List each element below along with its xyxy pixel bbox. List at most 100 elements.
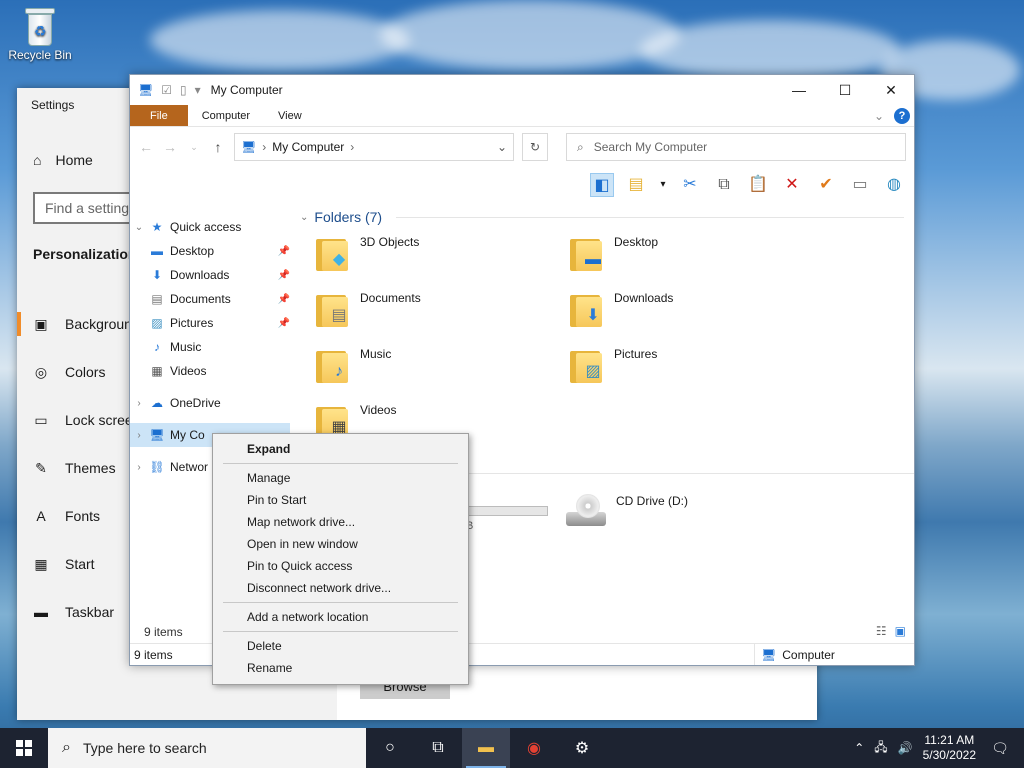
chevron-down-icon[interactable]: ⌄ <box>130 222 148 233</box>
menu-item-expand[interactable]: Expand <box>213 438 468 460</box>
copy-icon[interactable]: ⧉ <box>712 173 736 197</box>
properties-icon[interactable]: ☑ <box>161 83 172 97</box>
chevron-right-icon[interactable]: › <box>130 462 148 473</box>
new-item-icon[interactable]: ▤ <box>624 173 648 197</box>
refresh-button[interactable]: ↻ <box>522 133 548 161</box>
address-chevron-icon[interactable]: › <box>350 140 354 154</box>
tab-computer[interactable]: Computer <box>188 105 264 126</box>
help-icon[interactable]: ? <box>894 107 910 124</box>
folder-documents[interactable]: ▤ Documents <box>316 291 421 327</box>
menu-item-pin-to-start[interactable]: Pin to Start <box>213 489 468 511</box>
nav-item-themes[interactable]: ✎ Themes <box>33 444 140 492</box>
checkmark-icon[interactable]: ✔ <box>814 173 838 197</box>
item-count: 9 items <box>144 625 183 639</box>
expand-ribbon-icon[interactable]: ⌄ <box>874 109 884 123</box>
address-bar[interactable]: 🖥 › My Computer › ⌄ <box>234 133 514 161</box>
context-menu: Expand Manage Pin to Start Map network d… <box>212 433 469 685</box>
network-icon[interactable]: 🖧 <box>874 738 887 759</box>
minimize-button[interactable]: — <box>776 75 822 105</box>
folder-3d-objects[interactable]: ◆ 3D Objects <box>316 235 419 271</box>
explorer-titlebar[interactable]: 🖥 ☑ ▯ ▾ My Computer — ☐ ✕ <box>130 75 914 105</box>
computer-icon: 🖥 <box>241 140 257 154</box>
new-folder-icon[interactable]: ▯ <box>180 83 187 97</box>
chevron-up-icon[interactable]: ⌃ <box>854 741 864 755</box>
chevron-right-icon[interactable]: › <box>130 398 148 409</box>
rename-icon[interactable]: ▭ <box>848 173 872 197</box>
forward-button[interactable]: → <box>162 139 178 155</box>
nav-downloads[interactable]: ⬇ Downloads 📌 <box>130 263 290 287</box>
clock[interactable]: 11:21 AM 5/30/2022 <box>923 733 976 763</box>
folder-downloads[interactable]: ⬇ Downloads <box>570 291 673 327</box>
menu-item-rename[interactable]: Rename <box>213 657 468 679</box>
menu-item-disconnect-network-drive[interactable]: Disconnect network drive... <box>213 577 468 599</box>
close-button[interactable]: ✕ <box>868 75 914 105</box>
folder-desktop[interactable]: ▬ Desktop <box>570 235 658 271</box>
address-row: ← → ⌄ ↑ 🖥 › My Computer › ⌄ ↻ ⌕ Search M… <box>130 127 914 167</box>
cloud <box>640 20 900 80</box>
nav-item-fonts[interactable]: A Fonts <box>33 492 140 540</box>
nav-videos[interactable]: ▦ Videos <box>130 359 290 383</box>
folder-music[interactable]: ♪ Music <box>316 347 391 383</box>
chevron-down-icon: ⌄ <box>300 211 309 223</box>
nav-documents[interactable]: ▤ Documents 📌 <box>130 287 290 311</box>
folders-group-header[interactable]: ⌄ Folders (7) <box>296 209 914 225</box>
tab-view[interactable]: View <box>264 105 316 126</box>
menu-item-manage[interactable]: Manage <box>213 467 468 489</box>
cd-drive-icon <box>566 494 606 530</box>
computer-icon: 🖥 <box>761 647 777 662</box>
cut-icon[interactable]: ✂ <box>678 173 702 197</box>
nav-item-background[interactable]: ▣ Background <box>16 300 140 348</box>
recent-locations-icon[interactable]: ⌄ <box>186 142 202 153</box>
status-item-count: 9 items <box>134 647 173 662</box>
window-title: My Computer <box>210 83 283 97</box>
paste-icon[interactable]: 📋 <box>746 173 770 197</box>
search-input[interactable]: ⌕ Search My Computer <box>566 133 906 161</box>
dropdown-icon[interactable]: ▾ <box>658 173 668 197</box>
nav-item-colors[interactable]: ◎ Colors <box>33 348 140 396</box>
nav-onedrive[interactable]: › ☁ OneDrive <box>130 391 290 415</box>
menu-item-add-network-location[interactable]: Add a network location <box>213 606 468 628</box>
nav-quick-access[interactable]: ⌄ ★ Quick access <box>130 215 290 239</box>
preview-pane-icon[interactable]: ◧ <box>590 173 614 197</box>
chevron-down-icon[interactable]: ⌄ <box>497 140 507 154</box>
menu-item-delete[interactable]: Delete <box>213 635 468 657</box>
globe-icon[interactable]: ◍ <box>882 173 906 197</box>
tab-file[interactable]: File <box>130 105 188 126</box>
menu-item-pin-quick-access[interactable]: Pin to Quick access <box>213 555 468 577</box>
folder-label: Music <box>360 347 392 361</box>
notification-icon[interactable]: 🗨 <box>986 740 1014 757</box>
videos-icon: ▦ <box>151 364 163 378</box>
nav-desktop[interactable]: ▬ Desktop 📌 <box>130 239 290 263</box>
start-button[interactable] <box>0 728 48 768</box>
volume-icon[interactable]: 🔊 <box>898 741 913 755</box>
back-button[interactable]: ← <box>138 139 154 155</box>
up-button[interactable]: ↑ <box>210 139 226 155</box>
settings-home-link[interactable]: ⌂ Home <box>33 152 93 168</box>
delete-icon[interactable]: ✕ <box>780 173 804 197</box>
chevron-down-icon[interactable]: ▾ <box>195 83 201 97</box>
recycle-bin-shortcut[interactable]: ♻ Recycle Bin <box>6 6 74 62</box>
file-explorer-taskbar-button[interactable]: ▬ <box>462 728 510 768</box>
nav-pictures[interactable]: ▨ Pictures 📌 <box>130 311 290 335</box>
chrome-taskbar-button[interactable]: ◉ <box>510 728 558 768</box>
download-icon: ⬇ <box>151 268 163 282</box>
clock-time: 11:21 AM <box>924 733 975 747</box>
details-view-icon[interactable]: ☷ <box>876 624 887 638</box>
nav-item-taskbar[interactable]: ▬ Taskbar <box>33 588 140 636</box>
menu-item-open-new-window[interactable]: Open in new window <box>213 533 468 555</box>
nav-item-lock-screen[interactable]: ▭ Lock screen <box>33 396 140 444</box>
cortana-button[interactable]: ○ <box>366 728 414 768</box>
menu-item-map-network-drive[interactable]: Map network drive... <box>213 511 468 533</box>
large-icons-view-icon[interactable]: ▣ <box>895 624 906 638</box>
nav-music[interactable]: ♪ Music <box>130 335 290 359</box>
taskbar-search-box[interactable]: ⌕ Type here to search <box>48 728 366 768</box>
search-icon: ⌕ <box>577 139 584 154</box>
cd-drive[interactable]: CD Drive (D:) <box>566 494 688 530</box>
settings-taskbar-button[interactable]: ⚙ <box>558 728 606 768</box>
pictures-icon: ▨ <box>151 316 163 330</box>
nav-item-start[interactable]: ▦ Start <box>33 540 140 588</box>
folder-pictures[interactable]: ▨ Pictures <box>570 347 657 383</box>
maximize-button[interactable]: ☐ <box>822 75 868 105</box>
task-view-button[interactable]: ⧉ <box>414 728 462 768</box>
chevron-right-icon[interactable]: › <box>130 430 148 441</box>
